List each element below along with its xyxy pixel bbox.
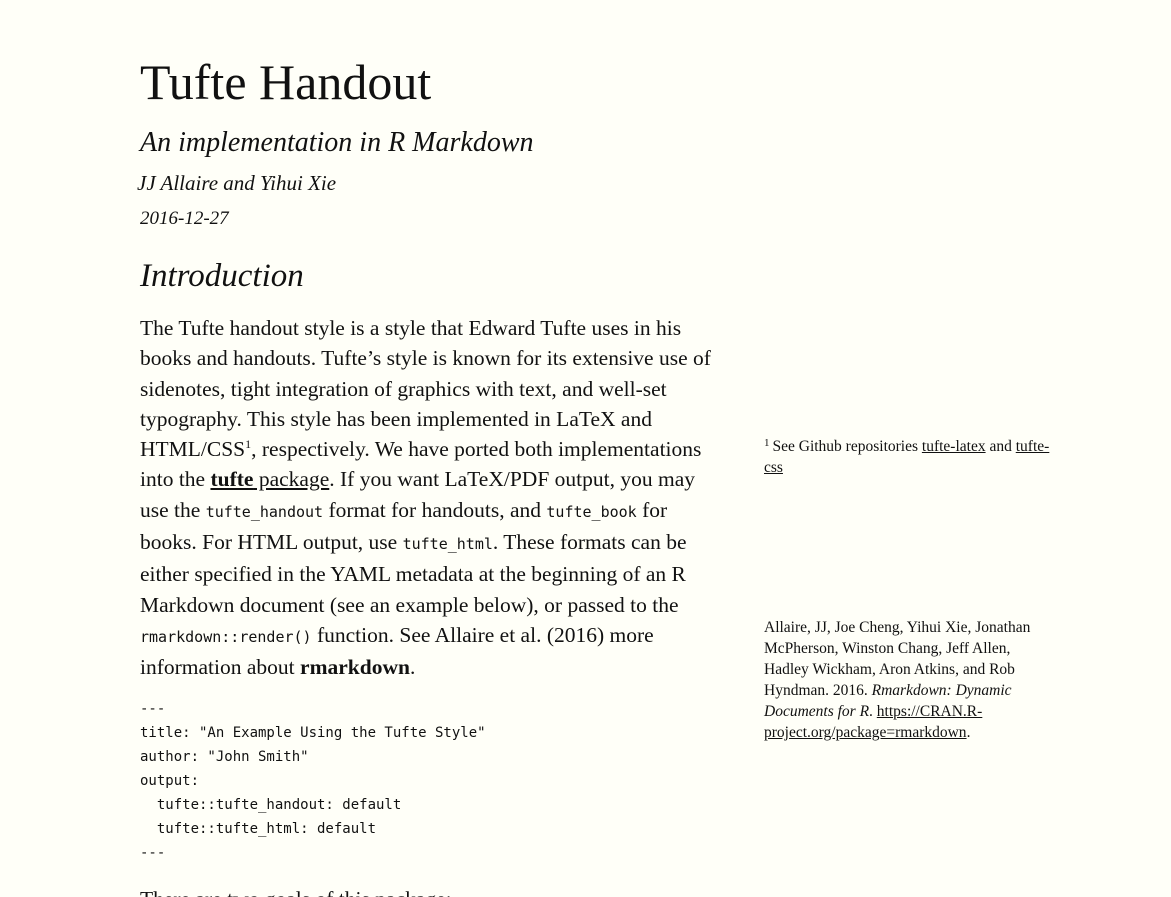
document-title: Tufte Handout [140, 54, 432, 110]
reference-end: . [966, 724, 971, 741]
document-date: 2016-12-27 [140, 208, 229, 229]
document-subtitle: An implementation in R Markdown [140, 127, 534, 158]
document-author: JJ Allaire and Yihui Xie [137, 171, 337, 195]
sidenote-and: and [985, 438, 1016, 455]
paragraph-text: format for handouts, and [323, 497, 547, 522]
tufte-latex-link[interactable]: tufte-latex [922, 438, 986, 455]
paragraph-text: . [409, 655, 416, 680]
yaml-code-block: --- title: "An Example Using the Tufte S… [140, 701, 486, 861]
sidenote-number: 1 [764, 437, 770, 449]
tufte-handout-page: Tufte Handout An implementation in R Mar… [0, 0, 1171, 897]
next-paragraph: There are two goals of this package: [140, 884, 452, 897]
reference-separator: . [869, 703, 877, 720]
code-tufte-html: tufte_html [402, 535, 493, 554]
code-tufte-book: tufte_book [546, 502, 637, 521]
introduction-paragraph: The Tufte handout style is a style that … [140, 313, 715, 683]
rmarkdown-bold: rmarkdown [300, 655, 410, 680]
sidenote-text: See Github repositories [772, 438, 922, 455]
section-heading-introduction: Introduction [140, 258, 304, 294]
sidenote-1: 1 See Github repositories tufte-latex and… [764, 433, 1064, 478]
code-tufte-handout: tufte_handout [205, 502, 324, 521]
reference-sidenote: Allaire, JJ, Joe Cheng, Yihui Xie, Jonat… [764, 617, 1054, 743]
tufte-package-link[interactable]: tufte package [210, 467, 329, 491]
package-word: package [253, 467, 330, 492]
code-rmarkdown-render: rmarkdown::render() [140, 627, 312, 646]
tufte-package-name: tufte [210, 467, 254, 492]
